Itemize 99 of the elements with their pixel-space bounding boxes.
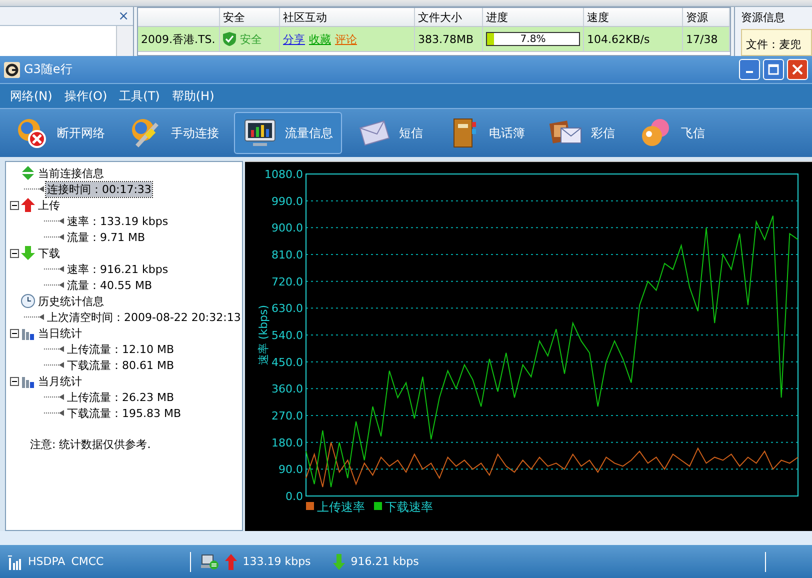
bar-chart-icon [21, 374, 35, 388]
y-tick-label: 540.0 [272, 329, 303, 342]
toolbar-button[interactable]: 断开网络 [6, 112, 114, 154]
tree-node[interactable]: 上传 [37, 198, 61, 212]
tree-node[interactable]: 当日统计 [37, 326, 83, 340]
y-tick-label: 180.0 [272, 436, 303, 450]
note-text: 注意: 统计数据仅供参考. [30, 437, 152, 452]
tree-leaf[interactable]: 速率：133.19 kbps [66, 214, 170, 228]
tree-leaf[interactable]: 连接时间：00:17:33 [46, 182, 152, 196]
toolbar-button[interactable]: 飞信 [630, 112, 714, 154]
file-label: 文件：麦兜 [746, 38, 801, 51]
signal-icon [8, 554, 22, 570]
bar-chart-icon [21, 326, 35, 340]
maximize-icon [768, 64, 779, 75]
tree-leaf[interactable]: 上传流量：12.10 MB [66, 342, 176, 356]
download-speed: 916.21 kbps [350, 555, 419, 568]
network-computer-icon [200, 554, 219, 570]
legend-label: 上传速率 [317, 500, 365, 514]
tree-node[interactable]: 历史统计信息 [37, 294, 105, 308]
toolbar-button[interactable]: 彩信 [540, 112, 624, 154]
download-speed: 104.62KB/s [587, 32, 650, 46]
community-link[interactable]: 分享 [283, 32, 305, 46]
y-tick-label: 450.0 [272, 356, 303, 369]
y-axis-label: 速率 (kbps) [257, 304, 270, 366]
window-title: G3随e行 [24, 61, 72, 78]
collapse-toggle-icon[interactable] [10, 248, 19, 258]
y-tick-label: 720.0 [272, 275, 303, 288]
tree-node[interactable]: 当月统计 [37, 374, 83, 388]
upload-speed: 133.19 kbps [242, 555, 311, 568]
y-tick-label: 900.0 [272, 222, 303, 235]
collapse-toggle-icon[interactable] [10, 376, 19, 386]
scrollbar[interactable] [116, 26, 133, 56]
menu-item[interactable]: 操作(O) [60, 86, 112, 106]
down-arrow-icon [332, 554, 345, 570]
toolbar-button[interactable]: 短信 [348, 112, 432, 154]
maximize-button[interactable] [763, 59, 784, 80]
column-header[interactable]: 资源 [686, 10, 708, 24]
tree-leaf[interactable]: 上传流量：26.23 MB [66, 390, 176, 404]
down-arrow-icon [21, 246, 35, 260]
globe-x-icon [15, 116, 49, 150]
close-button[interactable] [787, 59, 808, 80]
tree-leaf[interactable]: 流量：9.71 MB [66, 230, 146, 244]
toolbar-button[interactable]: 手动连接 [120, 112, 228, 154]
up-arrow-icon [21, 198, 35, 212]
tree-leaf[interactable]: 上次清空时间：2009-08-22 20:32:13 [46, 310, 242, 324]
collapse-toggle-icon[interactable] [10, 328, 19, 338]
y-tick-label: 0.0 [286, 490, 303, 503]
table-row[interactable]: 2009.香港.TS. 安全 分享 收藏 评论 383.78MB 7.8% 104.62KB/s 17/38 [138, 27, 730, 52]
minimize-button[interactable] [739, 59, 760, 80]
column-header[interactable]: 进度 [486, 10, 508, 24]
collapse-toggle-icon[interactable] [10, 200, 19, 210]
menu-item[interactable]: 帮助(H) [168, 86, 218, 106]
panel-title: 资源信息 [741, 10, 786, 25]
tree-connector-icon [24, 185, 44, 193]
tree-leaf[interactable]: 下载流量：195.83 MB [66, 406, 182, 420]
toolbar-button[interactable]: 电话簿 [438, 112, 534, 154]
y-tick-label: 990.0 [272, 194, 303, 208]
menu-item[interactable]: 工具(T) [115, 86, 164, 106]
tree-leaf[interactable]: 速率：916.21 kbps [66, 262, 170, 276]
y-tick-label: 1080.0 [264, 168, 303, 181]
menu-item[interactable]: 网络(N) [6, 86, 56, 106]
tree-node[interactable]: 当前连接信息 [37, 166, 105, 180]
progress-text: 7.8% [520, 34, 546, 44]
column-header[interactable]: 安全 [223, 10, 245, 24]
column-header[interactable]: 速度 [587, 10, 609, 24]
close-icon [792, 64, 803, 75]
y-tick-label: 270.0 [272, 410, 303, 422]
tree-connector-icon [44, 361, 64, 369]
up-arrow-icon [224, 554, 237, 570]
tree-leaf[interactable]: 流量：40.55 MB [66, 278, 154, 292]
tree-connector-icon [44, 233, 64, 241]
tree-connector-icon [44, 393, 64, 401]
source-count: 17/38 [686, 32, 718, 46]
tree-connector-icon [44, 409, 64, 417]
file-size: 383.78MB [418, 32, 474, 46]
legend-label: 下载速率 [385, 500, 433, 514]
y-tick-label: 90.0 [278, 463, 303, 476]
y-tick-label: 810.0 [272, 248, 303, 262]
carrier-name: CMCC [71, 555, 104, 568]
y-tick-label: 360.0 [272, 382, 303, 396]
toolbar-button[interactable]: 流量信息 [234, 112, 342, 154]
network-type: HSDPA [28, 555, 66, 568]
column-header[interactable]: 文件大小 [418, 10, 462, 24]
shield-check-icon [223, 32, 236, 46]
tree-connector-icon [24, 313, 44, 321]
safety-status: 安全 [240, 32, 262, 46]
tree-connector-icon [44, 217, 64, 225]
y-tick-label: 630.0 [272, 302, 303, 316]
file-name: 2009.香港.TS. [141, 32, 216, 46]
close-button[interactable]: × [118, 8, 129, 24]
tree-connector-icon [44, 281, 64, 289]
tree-connector-icon [44, 265, 64, 273]
clock-icon [21, 294, 35, 308]
app-logo-icon [4, 62, 20, 78]
tree-leaf[interactable]: 下载流量：80.61 MB [66, 358, 176, 372]
up-down-arrow-icon [21, 166, 35, 180]
column-header[interactable]: 社区互动 [283, 10, 327, 24]
tree-connector-icon [44, 345, 64, 353]
tree-node[interactable]: 下载 [37, 246, 61, 260]
